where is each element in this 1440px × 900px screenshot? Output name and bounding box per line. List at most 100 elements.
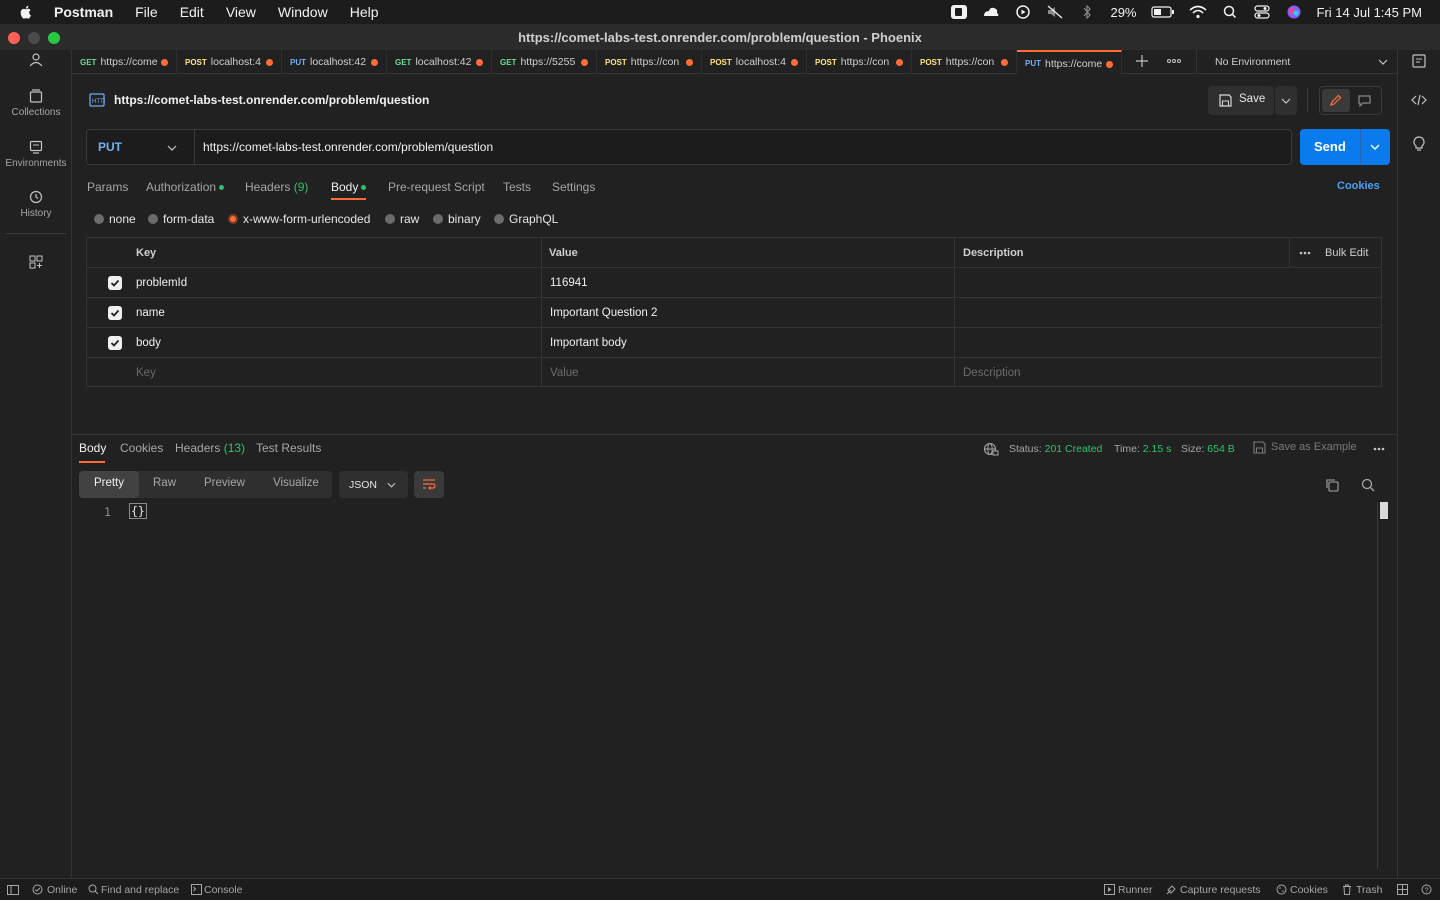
view-preview[interactable]: Preview xyxy=(204,477,245,489)
cookies-button[interactable]: Cookies xyxy=(1290,884,1328,896)
radio[interactable] xyxy=(433,214,443,224)
key-placeholder[interactable]: Key xyxy=(136,358,156,387)
request-tab[interactable]: POST https://con xyxy=(597,50,702,74)
siri-icon[interactable] xyxy=(1285,5,1303,19)
tab-prerequest-script[interactable]: Pre-request Script xyxy=(388,180,485,194)
cloud-icon[interactable] xyxy=(982,5,1000,19)
body-type-urlencoded[interactable]: x-www-form-urlencoded xyxy=(228,212,370,226)
help-icon[interactable]: ? xyxy=(1421,884,1432,895)
radio[interactable] xyxy=(94,214,104,224)
body-type-form-data[interactable]: form-data xyxy=(148,212,214,226)
description-placeholder[interactable]: Description xyxy=(963,358,1021,387)
request-title[interactable]: https://comet-labs-test.onrender.com/pro… xyxy=(114,93,429,107)
network-globe-icon[interactable] xyxy=(983,442,999,456)
time-value[interactable]: 2.15 s xyxy=(1143,443,1172,455)
response-tab-headers[interactable]: Headers (13) xyxy=(175,441,245,455)
response-divider[interactable] xyxy=(72,434,1397,435)
spotlight-search-icon[interactable] xyxy=(1221,5,1239,19)
request-tab-active[interactable]: PUT https://come xyxy=(1017,50,1122,75)
menu-app-name[interactable]: Postman xyxy=(54,4,113,20)
lightbulb-icon[interactable] xyxy=(1412,136,1426,152)
param-value[interactable]: Important Question 2 xyxy=(550,298,657,327)
minimize-window-button[interactable] xyxy=(28,32,40,44)
toggle-sidebar-icon[interactable] xyxy=(7,885,19,895)
find-and-replace[interactable]: Find and replace xyxy=(101,884,179,896)
save-options-button[interactable] xyxy=(1275,86,1297,115)
menu-view[interactable]: View xyxy=(226,4,256,20)
bluetooth-icon[interactable] xyxy=(1078,5,1096,19)
request-tab[interactable]: GET https://5255 xyxy=(492,50,597,74)
edit-mode-button[interactable] xyxy=(1322,89,1350,112)
response-tab-test-results[interactable]: Test Results xyxy=(256,441,321,455)
control-center-icon[interactable] xyxy=(1253,5,1271,19)
wrap-lines-button[interactable] xyxy=(414,471,444,498)
sidebar-item-collections[interactable]: Collections xyxy=(0,89,72,118)
row-checkbox[interactable] xyxy=(108,336,122,350)
request-tab[interactable]: GET https://come xyxy=(72,50,177,74)
response-body-content[interactable]: {} xyxy=(129,503,147,519)
more-options-icon[interactable] xyxy=(1373,447,1385,451)
body-type-raw[interactable]: raw xyxy=(385,212,419,226)
view-visualize[interactable]: Visualize xyxy=(273,477,319,489)
close-window-button[interactable] xyxy=(8,32,20,44)
request-tab[interactable]: GET localhost:42 xyxy=(387,50,492,74)
request-tab[interactable]: PUT localhost:42 xyxy=(282,50,387,74)
trash-button[interactable]: Trash xyxy=(1356,884,1382,896)
comment-icon[interactable] xyxy=(1358,95,1371,107)
view-mode-toggle[interactable] xyxy=(1319,86,1382,115)
more-options-icon[interactable] xyxy=(1299,251,1311,255)
search-icon[interactable] xyxy=(1361,478,1375,492)
url-input[interactable]: https://comet-labs-test.onrender.com/pro… xyxy=(203,140,493,154)
play-icon[interactable] xyxy=(1014,5,1032,19)
menu-help[interactable]: Help xyxy=(350,4,379,20)
send-button[interactable]: Send xyxy=(1300,129,1390,165)
environment-quick-look-icon[interactable] xyxy=(1412,54,1426,68)
user-icon[interactable] xyxy=(29,53,43,67)
tab-settings[interactable]: Settings xyxy=(552,180,595,194)
body-type-none[interactable]: none xyxy=(94,212,136,226)
menu-file[interactable]: File xyxy=(135,4,158,20)
format-selector[interactable]: JSON xyxy=(339,471,408,498)
configure-workbench-icon[interactable] xyxy=(29,255,43,269)
radio[interactable] xyxy=(148,214,158,224)
console-button[interactable]: Console xyxy=(204,884,243,896)
save-button[interactable]: Save xyxy=(1208,86,1274,115)
tab-options-icon[interactable] xyxy=(1167,58,1181,64)
bulk-edit-link[interactable]: Bulk Edit xyxy=(1325,238,1368,267)
tab-params[interactable]: Params xyxy=(87,180,128,194)
request-tab[interactable]: POST localhost:4 xyxy=(177,50,282,74)
param-value[interactable]: 116941 xyxy=(550,268,588,297)
sidebar-item-history[interactable]: History xyxy=(0,190,72,219)
clock[interactable]: Fri 14 Jul 1:45 PM xyxy=(1317,5,1423,20)
tab-headers[interactable]: Headers (9) xyxy=(245,180,308,194)
radio[interactable] xyxy=(385,214,395,224)
menu-edit[interactable]: Edit xyxy=(180,4,204,20)
param-key[interactable]: body xyxy=(136,328,161,357)
tab-authorization[interactable]: Authorization xyxy=(146,180,225,194)
tab-tests[interactable]: Tests xyxy=(503,180,531,194)
radio-selected[interactable] xyxy=(228,214,238,224)
battery-icon[interactable] xyxy=(1150,5,1175,19)
menu-window[interactable]: Window xyxy=(278,4,328,20)
scrollbar-thumb[interactable] xyxy=(1380,502,1388,519)
view-pretty[interactable]: Pretty xyxy=(79,471,139,498)
status-value[interactable]: 201 Created xyxy=(1045,443,1103,455)
apple-icon[interactable] xyxy=(18,4,34,20)
request-tab[interactable]: POST localhost:4 xyxy=(702,50,807,74)
save-as-example-button[interactable]: Save as Example xyxy=(1271,441,1357,453)
tab-body[interactable]: Body xyxy=(331,180,367,194)
sidebar-item-environments[interactable]: Environments xyxy=(0,140,72,169)
mute-icon[interactable] xyxy=(1046,5,1064,19)
param-value[interactable]: Important body xyxy=(550,328,627,357)
row-checkbox[interactable] xyxy=(108,276,122,290)
copy-icon[interactable] xyxy=(1325,478,1339,492)
online-status[interactable]: Online xyxy=(47,884,77,896)
code-snippet-icon[interactable] xyxy=(1411,94,1427,106)
new-tab-plus-icon[interactable] xyxy=(1136,55,1148,67)
param-key[interactable]: problemId xyxy=(136,268,187,297)
chevron-down-icon[interactable] xyxy=(1370,144,1380,150)
request-tab[interactable]: POST https://con xyxy=(807,50,912,74)
body-type-graphql[interactable]: GraphQL xyxy=(494,212,558,226)
request-tab[interactable]: POST https://con xyxy=(912,50,1017,74)
radio[interactable] xyxy=(494,214,504,224)
